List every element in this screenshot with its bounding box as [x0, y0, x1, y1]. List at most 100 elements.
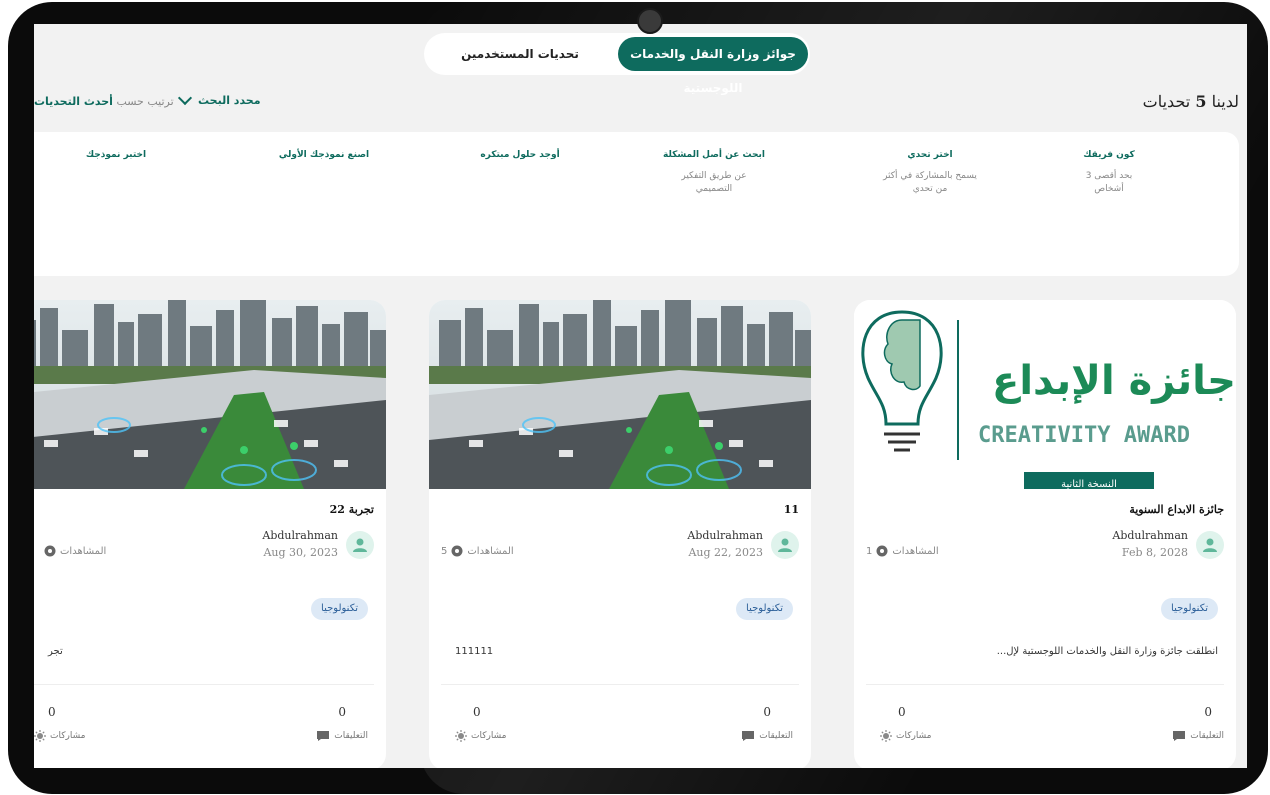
- participants-count: 0: [473, 705, 481, 719]
- comment-icon: [317, 731, 330, 741]
- banner-edition: النسخة الثانية: [1061, 479, 1117, 489]
- step-1: كون فريقك بحد أقصى 3 أشخاص: [1049, 150, 1169, 196]
- views-label: المشاهدات: [467, 545, 514, 557]
- count-prefix: لدينا: [1211, 92, 1239, 111]
- step-4: أوجد حلول مبتكره: [460, 150, 580, 160]
- comments-label: التعليقات: [759, 731, 793, 741]
- app-screen: جوائز وزارة النقل والخدمات اللوجستية تحد…: [34, 24, 1247, 768]
- views-count: 5 المشاهدات: [441, 545, 514, 557]
- views-label: المشاهدات: [60, 545, 107, 557]
- category-tag[interactable]: تكنولوجيا: [311, 598, 368, 620]
- card-image: [34, 300, 386, 489]
- step-2: اختر تحدي يسمح بالمشاركة في أكثر من تحدي: [870, 150, 990, 196]
- challenge-type-toggle: جوائز وزارة النقل والخدمات اللوجستية تحد…: [424, 33, 810, 95]
- chevron-down-icon: [177, 90, 193, 106]
- avatar: [1196, 531, 1224, 559]
- user-icon: [353, 538, 367, 552]
- post-date: Aug 30, 2023: [263, 546, 338, 559]
- challenge-card[interactable]: جائزة الإبداع CREATIVITY AWARD النسخة ال…: [854, 300, 1236, 768]
- participants-icon: [880, 730, 892, 742]
- step-title: كون فريقك: [1083, 150, 1135, 160]
- step-desc: يسمح بالمشاركة في أكثر من تحدي: [883, 171, 977, 194]
- divider: [866, 684, 1224, 685]
- count-number: 5: [1195, 92, 1207, 111]
- step-desc: بحد أقصى 3 أشخاص: [1085, 171, 1133, 194]
- step-title: اختر تحدي: [907, 150, 953, 160]
- eye-icon: [44, 545, 56, 557]
- author-name: Abdulrahman: [262, 529, 338, 542]
- challenge-card[interactable]: تجربة 22 Abdulrahman Aug 30, 2023 المشاه…: [34, 300, 386, 768]
- participants-icon: [34, 730, 46, 742]
- comments-label: التعليقات: [334, 731, 368, 741]
- search-filter-dropdown[interactable]: محدد البحث: [177, 90, 261, 107]
- step-title: أوجد حلول مبتكره: [480, 150, 560, 160]
- user-icon: [1203, 538, 1217, 552]
- steps-panel: كون فريقك بحد أقصى 3 أشخاص اختر تحدي يسم…: [34, 132, 1239, 276]
- step-desc: عن طريق التفكير التصميمي: [681, 171, 747, 194]
- sort-label: ترتيب حسب: [116, 95, 174, 108]
- card-description: انطلقت جائزة وزارة النقل والخدمات اللوجس…: [996, 646, 1218, 657]
- banner-arabic-title: جائزة الإبداع: [992, 358, 1236, 404]
- participants-count: 0: [898, 705, 906, 719]
- comment-icon: [1173, 731, 1186, 741]
- participants-label: مشاركات: [896, 731, 932, 741]
- card-body: تجربة 22 Abdulrahman Aug 30, 2023 المشاه…: [34, 489, 386, 768]
- post-date: Feb 8, 2028: [1121, 546, 1188, 559]
- banner-english-title: CREATIVITY AWARD: [978, 423, 1190, 448]
- category-tag[interactable]: تكنولوجيا: [736, 598, 793, 620]
- tab-ministry-awards[interactable]: جوائز وزارة النقل والخدمات اللوجستية: [618, 37, 808, 95]
- views-count: المشاهدات: [44, 545, 106, 557]
- avatar: [346, 531, 374, 559]
- camera-icon: [637, 8, 663, 34]
- participants-stat[interactable]: مشاركات: [34, 730, 85, 742]
- comments-stat[interactable]: التعليقات: [316, 730, 368, 742]
- step-5: اصنع نموذجك الأولي: [264, 150, 384, 160]
- comments-count: 0: [763, 705, 771, 719]
- challenge-card[interactable]: 11 Abdulrahman Aug 22, 2023 5 المشاهدات …: [429, 300, 811, 768]
- card-image: [429, 300, 811, 489]
- avatar: [771, 531, 799, 559]
- device-frame: جوائز وزارة النقل والخدمات اللوجستية تحد…: [0, 0, 1270, 795]
- sort-control[interactable]: ترتيب حسب أحدث التحديات: [34, 95, 174, 108]
- card-banner: جائزة الإبداع CREATIVITY AWARD النسخة ال…: [854, 300, 1236, 489]
- card-description: 111111: [455, 646, 494, 657]
- highway-city-image: [34, 300, 386, 489]
- post-date: Aug 22, 2023: [688, 546, 763, 559]
- highway-city-image: [429, 300, 811, 489]
- challenge-count-heading: لدينا 5 تحديات: [1143, 92, 1239, 111]
- tab-user-challenges[interactable]: تحديات المستخدمين: [432, 37, 608, 71]
- comments-stat[interactable]: التعليقات: [741, 730, 793, 742]
- step-title: ابحث عن أصل المشكلة: [663, 150, 765, 160]
- card-title: جائزة الابداع السنوية: [1129, 503, 1224, 516]
- step-6: اختبر نموذجك: [56, 150, 176, 160]
- participants-stat[interactable]: مشاركات: [880, 730, 931, 742]
- views-value: 5: [441, 545, 448, 557]
- count-suffix: تحديات: [1142, 92, 1191, 111]
- user-icon: [778, 538, 792, 552]
- comments-stat[interactable]: التعليقات: [1172, 730, 1224, 742]
- divider: [441, 684, 799, 685]
- participants-label: مشاركات: [50, 731, 86, 741]
- views-value: 1: [866, 545, 873, 557]
- step-3: ابحث عن أصل المشكلة عن طريق التفكير التص…: [654, 150, 774, 196]
- step-title: اصنع نموذجك الأولي: [278, 150, 370, 160]
- participants-count: 0: [48, 705, 56, 719]
- participants-label: مشاركات: [471, 731, 507, 741]
- divider: [34, 684, 374, 685]
- eye-icon: [451, 545, 463, 557]
- category-tag[interactable]: تكنولوجيا: [1161, 598, 1218, 620]
- card-title: 11: [783, 503, 799, 516]
- creativity-award-logo: جائزة الإبداع CREATIVITY AWARD النسخة ال…: [861, 310, 1236, 489]
- card-body: جائزة الابداع السنوية Abdulrahman Feb 8,…: [854, 489, 1236, 768]
- views-count: 1 المشاهدات: [866, 545, 939, 557]
- sort-value[interactable]: أحدث التحديات: [34, 95, 113, 108]
- author-name: Abdulrahman: [1112, 529, 1188, 542]
- comments-count: 0: [338, 705, 346, 719]
- participants-icon: [455, 730, 467, 742]
- eye-icon: [876, 545, 888, 557]
- comment-icon: [742, 731, 755, 741]
- comments-label: التعليقات: [1190, 731, 1224, 741]
- card-body: 11 Abdulrahman Aug 22, 2023 5 المشاهدات …: [429, 489, 811, 768]
- comments-count: 0: [1204, 705, 1212, 719]
- participants-stat[interactable]: مشاركات: [455, 730, 506, 742]
